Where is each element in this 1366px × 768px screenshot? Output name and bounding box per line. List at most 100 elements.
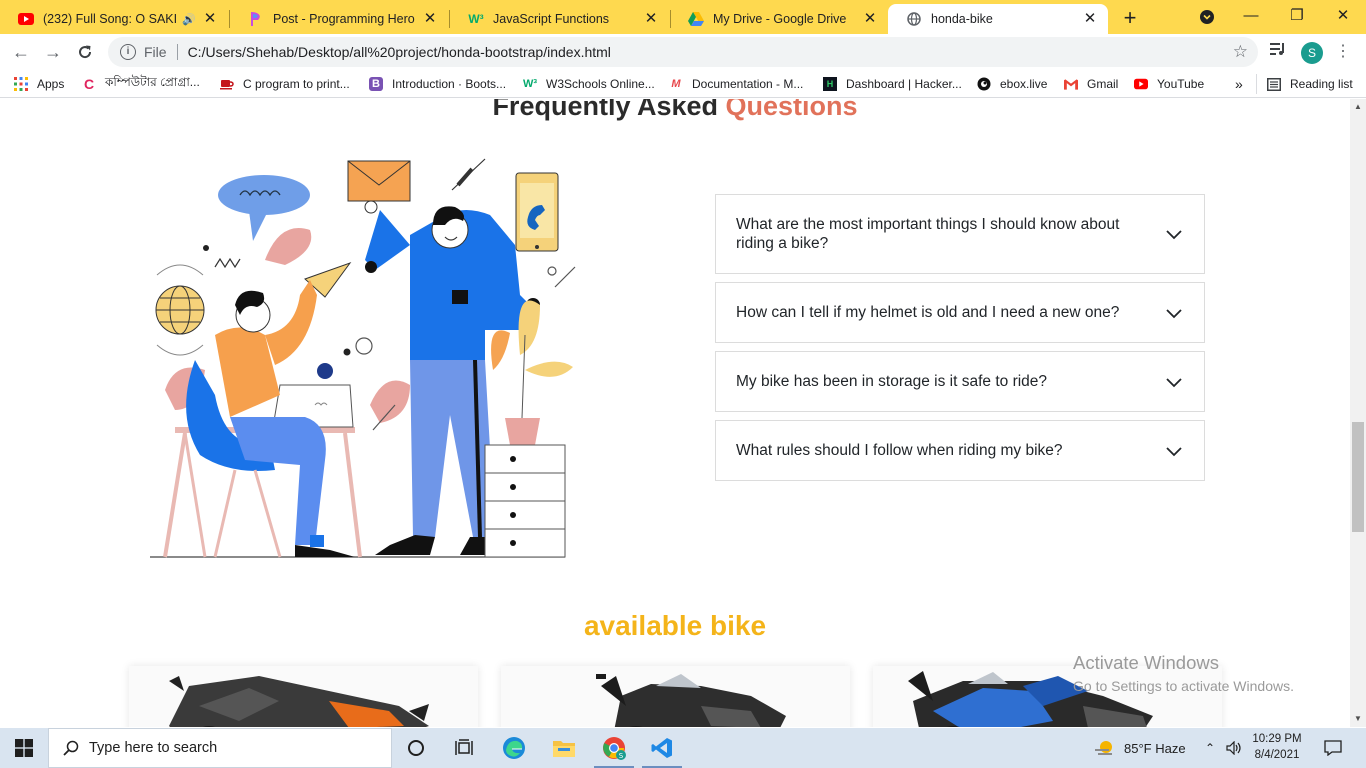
tab-strip: (232) Full Song: O SAKI SAKI 🔊 ✕ Post - … xyxy=(0,0,1366,34)
task-view-button[interactable] xyxy=(440,728,488,768)
chevron-down-icon xyxy=(1166,230,1182,240)
close-tab-icon[interactable]: ✕ xyxy=(202,11,218,27)
windows-logo-icon xyxy=(15,739,33,757)
speaker-icon[interactable]: 🔊 xyxy=(182,13,196,26)
bookmark-bangla-programming[interactable]: C কম্পিউটার প্রোগ্রা... xyxy=(82,75,200,93)
hackerrank-icon: H xyxy=(823,77,837,91)
close-tab-icon[interactable]: ✕ xyxy=(1082,11,1098,27)
minimize-button[interactable]: — xyxy=(1228,0,1274,34)
faq-item[interactable]: My bike has been in storage is it safe t… xyxy=(715,351,1205,412)
scheme-label: File xyxy=(144,44,167,60)
notification-icon xyxy=(1324,740,1342,756)
bike-card[interactable] xyxy=(501,666,850,727)
w3schools-icon: W³ xyxy=(468,12,484,26)
reading-list-label: Reading list xyxy=(1290,77,1353,91)
file-explorer-button[interactable] xyxy=(540,728,588,768)
reading-list-button[interactable]: Reading list xyxy=(1267,75,1353,93)
restore-button[interactable]: ❐ xyxy=(1274,0,1320,34)
folder-icon xyxy=(553,741,575,757)
page-scrollbar[interactable]: ▲ ▼ xyxy=(1350,99,1366,727)
start-button[interactable] xyxy=(0,728,48,768)
vscode-taskbar-button[interactable] xyxy=(638,728,686,768)
divider xyxy=(1256,74,1257,94)
notifications-button[interactable] xyxy=(1324,728,1342,768)
weather-widget[interactable]: 85°F Haze xyxy=(1094,728,1186,768)
menu-dots-icon[interactable]: ⋮ xyxy=(1335,41,1351,61)
vscode-icon xyxy=(651,738,672,758)
chevron-down-icon xyxy=(1166,377,1182,387)
available-bike-heading: available bike xyxy=(583,610,767,641)
chrome-icon: S xyxy=(603,737,626,760)
google-drive-icon xyxy=(688,11,704,27)
windows-taskbar: Type here to search S 85°F Haze ⌃ 10:29 … xyxy=(0,728,1366,768)
taskbar-clock[interactable]: 10:29 PM 8/4/2021 xyxy=(1248,731,1306,763)
bookmark-c-program[interactable]: C program to print... xyxy=(220,75,350,93)
forward-button[interactable]: → xyxy=(40,39,66,65)
cortana-button[interactable] xyxy=(392,728,440,768)
bookmark-label: ebox.live xyxy=(1000,77,1048,91)
bookmark-star-icon[interactable]: ☆ xyxy=(1233,42,1248,62)
search-icon xyxy=(63,740,79,756)
new-tab-button[interactable]: + xyxy=(1117,6,1143,32)
divider xyxy=(176,44,178,60)
close-window-button[interactable]: ✕ xyxy=(1320,0,1366,34)
watermark-title: Activate Windows xyxy=(1073,652,1219,673)
back-button[interactable]: ← xyxy=(8,39,34,65)
c-logo-icon: C xyxy=(83,76,95,92)
tab-search-button[interactable] xyxy=(1184,0,1230,34)
bike-card[interactable] xyxy=(129,666,478,727)
coffee-cup-icon xyxy=(220,77,234,91)
bookmark-documentation[interactable]: M Documentation - M... xyxy=(669,75,803,93)
chrome-taskbar-button[interactable]: S xyxy=(590,728,638,768)
faq-item[interactable]: What rules should I follow when riding m… xyxy=(715,420,1205,481)
watermark-subtitle: Go to Settings to activate Windows. xyxy=(1073,678,1294,694)
faq-item[interactable]: How can I tell if my helmet is old and I… xyxy=(715,282,1205,343)
media-queue-icon[interactable] xyxy=(1270,42,1286,59)
scroll-up-arrow-icon[interactable]: ▲ xyxy=(1350,99,1366,115)
tab-google-drive[interactable]: My Drive - Google Drive ✕ xyxy=(670,4,888,34)
tab-title: honda-bike xyxy=(931,12,993,26)
faq-question: What rules should I follow when riding m… xyxy=(736,442,1063,459)
close-tab-icon[interactable]: ✕ xyxy=(643,11,659,27)
bookmark-gmail[interactable]: Gmail xyxy=(1064,75,1118,93)
bookmark-bootstrap[interactable]: B Introduction · Boots... xyxy=(369,75,506,93)
bike-image xyxy=(129,666,478,727)
bike-image xyxy=(501,666,850,727)
info-icon[interactable]: i xyxy=(120,44,136,60)
tab-youtube[interactable]: (232) Full Song: O SAKI SAKI 🔊 ✕ xyxy=(0,4,228,34)
clock-time: 10:29 PM xyxy=(1252,733,1302,745)
tab-javascript-functions[interactable]: W³ JavaScript Functions ✕ xyxy=(450,4,669,34)
more-bookmarks-button[interactable]: » xyxy=(1235,75,1243,93)
youtube-icon xyxy=(1134,77,1148,91)
reload-button[interactable] xyxy=(72,39,98,65)
faq-heading-part1: Frequently Asked xyxy=(492,99,718,121)
bookmark-label: C program to print... xyxy=(243,77,350,91)
tab-honda-bike[interactable]: honda-bike ✕ xyxy=(888,4,1108,34)
windows-activation-watermark: Activate Windows Go to Settings to activ… xyxy=(1073,652,1294,694)
bookmark-apps[interactable]: Apps xyxy=(14,75,64,93)
faq-question: How can I tell if my helmet is old and I… xyxy=(736,304,1120,321)
close-tab-icon[interactable]: ✕ xyxy=(422,11,438,27)
address-bar[interactable]: i File C:/Users/Shehab/Desktop/all%20pro… xyxy=(108,37,1258,67)
profile-avatar[interactable]: S xyxy=(1301,42,1323,64)
faq-heading: Frequently Asked Questions xyxy=(0,99,1350,122)
scroll-down-arrow-icon[interactable]: ▼ xyxy=(1350,711,1366,727)
edge-icon xyxy=(503,737,525,759)
tray-overflow-chevron-icon[interactable]: ⌃ xyxy=(1205,728,1215,768)
scrollbar-thumb[interactable] xyxy=(1352,422,1364,532)
haze-weather-icon xyxy=(1095,741,1112,755)
volume-icon[interactable] xyxy=(1226,728,1242,768)
edge-taskbar-button[interactable] xyxy=(490,728,538,768)
url-text[interactable]: C:/Users/Shehab/Desktop/all%20project/ho… xyxy=(188,44,1233,60)
bookmark-ebox[interactable]: ebox.live xyxy=(977,75,1047,93)
bookmarks-bar: Apps C কম্পিউটার প্রোগ্রা... C program t… xyxy=(0,70,1366,98)
bookmark-youtube[interactable]: YouTube xyxy=(1134,75,1204,93)
close-tab-icon[interactable]: ✕ xyxy=(862,11,878,27)
bookmark-w3schools[interactable]: W³ W3Schools Online... xyxy=(523,75,655,93)
tab-programming-hero[interactable]: Post - Programming Hero ✕ xyxy=(230,4,448,34)
bookmark-label: Dashboard | Hacker... xyxy=(846,77,962,91)
faq-item[interactable]: What are the most important things I sho… xyxy=(715,194,1205,274)
bookmark-hackerrank[interactable]: H Dashboard | Hacker... xyxy=(823,75,962,93)
taskbar-search-box[interactable]: Type here to search xyxy=(48,728,392,768)
weather-text: 85°F Haze xyxy=(1124,740,1186,756)
